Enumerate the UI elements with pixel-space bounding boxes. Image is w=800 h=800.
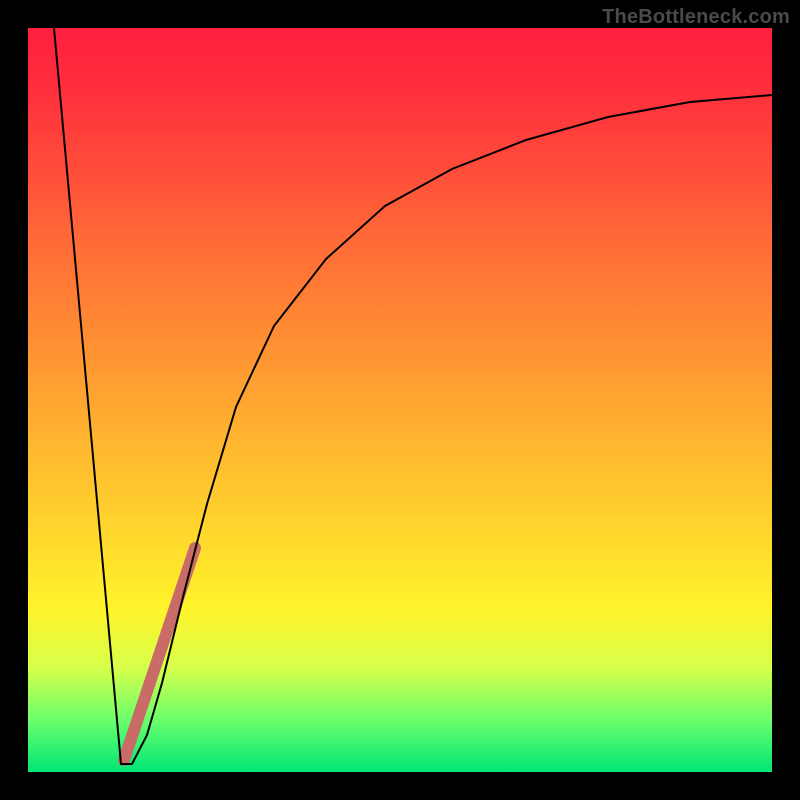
watermark-text: TheBottleneck.com	[602, 6, 790, 29]
highlight-segment	[124, 548, 195, 760]
plot-area	[28, 28, 772, 772]
curve-layer	[28, 28, 772, 772]
chart-stage: TheBottleneck.com	[0, 0, 800, 800]
